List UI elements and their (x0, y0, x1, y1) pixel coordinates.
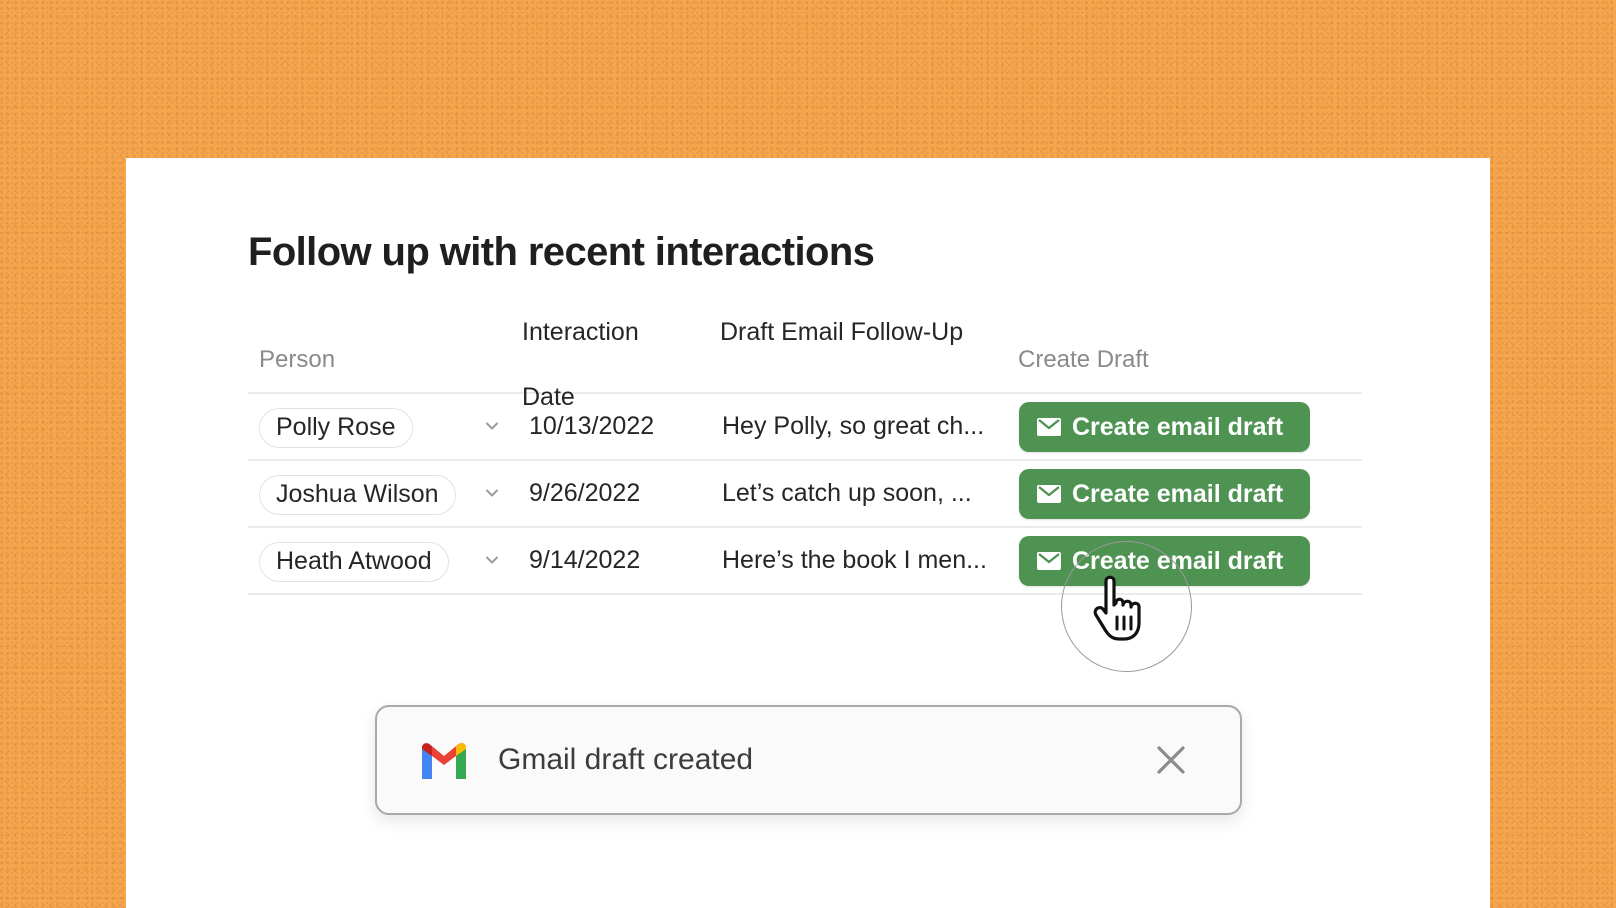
draft-email-preview[interactable]: Let’s catch up soon, ... (722, 461, 972, 526)
toast-message: Gmail draft created (498, 743, 754, 776)
interactions-table: Person Interaction Date Draft Email Foll… (248, 300, 1362, 595)
create-email-draft-button[interactable]: Create email draft (1019, 402, 1310, 452)
column-header-person: Person (259, 346, 336, 373)
column-header-draft-email: Draft Email Follow-Up (720, 318, 964, 346)
close-icon[interactable] (1156, 745, 1186, 775)
interaction-date: 9/26/2022 (529, 479, 641, 507)
chevron-down-icon[interactable] (484, 552, 500, 568)
chevron-down-icon[interactable] (484, 418, 500, 434)
create-email-draft-label: Create email draft (1072, 479, 1284, 508)
table-header: Person Interaction Date Draft Email Foll… (248, 300, 1362, 411)
interaction-date: 9/14/2022 (529, 546, 641, 574)
mail-icon (1037, 485, 1061, 503)
create-email-draft-label: Create email draft (1072, 412, 1284, 441)
person-chip[interactable]: Heath Atwood (259, 542, 449, 582)
mail-icon (1037, 418, 1061, 436)
table-row: Heath Atwood 9/14/2022 Here’s the book I… (248, 528, 1362, 595)
column-header-create-draft: Create Draft (1018, 346, 1149, 373)
table-row: Polly Rose 10/13/2022 Hey Polly, so grea… (248, 394, 1362, 461)
chevron-down-icon[interactable] (484, 485, 500, 501)
table-row: Joshua Wilson 9/26/2022 Let’s catch up s… (248, 461, 1362, 528)
toast-notification: Gmail draft created (375, 705, 1242, 815)
person-chip[interactable]: Polly Rose (259, 408, 413, 448)
create-email-draft-button[interactable]: Create email draft (1019, 469, 1310, 519)
interaction-date: 10/13/2022 (529, 412, 655, 440)
create-email-draft-label: Create email draft (1072, 546, 1284, 575)
draft-email-preview[interactable]: Hey Polly, so great ch... (722, 394, 984, 459)
person-chip[interactable]: Joshua Wilson (259, 475, 456, 515)
gmail-logo-icon (422, 743, 466, 779)
page-title: Follow up with recent interactions (248, 230, 875, 274)
draft-email-preview[interactable]: Here’s the book I men... (722, 528, 987, 593)
create-email-draft-button[interactable]: Create email draft (1019, 536, 1310, 586)
mail-icon (1037, 552, 1061, 570)
column-header-interaction-date: Interaction Date (522, 318, 639, 411)
